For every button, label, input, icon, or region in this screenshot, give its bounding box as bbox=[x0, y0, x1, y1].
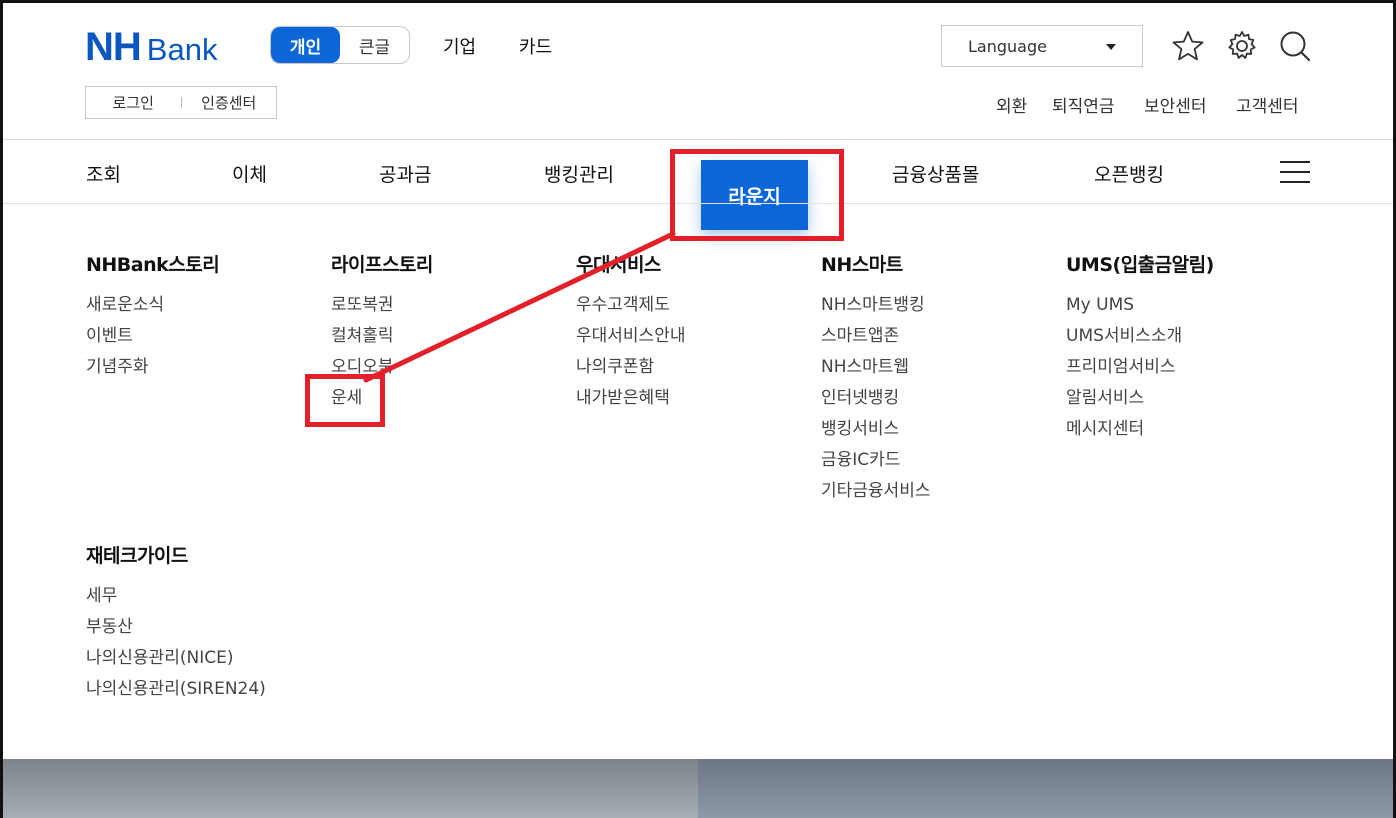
nh-bank-logo[interactable]: NH Bank bbox=[85, 27, 217, 70]
menu-item[interactable]: 이벤트 bbox=[86, 321, 219, 352]
login-button[interactable]: 로그인 bbox=[86, 92, 181, 113]
util-link-customer[interactable]: 고객센터 bbox=[1236, 92, 1299, 117]
menu-item[interactable]: 부동산 bbox=[86, 612, 266, 643]
mode-toggle: 개인 큰글 bbox=[270, 26, 410, 64]
menu-col-nh-smart: NH스마트 NH스마트뱅킹 스마트앱존 NH스마트웹 인터넷뱅킹 뱅킹서비스 금… bbox=[821, 252, 930, 507]
nav-banking-management[interactable]: 뱅킹관리 bbox=[544, 160, 614, 187]
personal-tab[interactable]: 개인 bbox=[271, 27, 340, 63]
banner-image-left bbox=[3, 759, 698, 818]
menu-col-finance-guide: 재테크가이드 세무 부동산 나의신용관리(NICE) 나의신용관리(SIREN2… bbox=[86, 543, 266, 705]
menu-item[interactable]: 기념주화 bbox=[86, 352, 219, 383]
gear-icon[interactable] bbox=[1225, 29, 1259, 63]
menu-item[interactable]: 프리미엄서비스 bbox=[1066, 352, 1214, 383]
menu-item[interactable]: 알림서비스 bbox=[1066, 383, 1214, 414]
nav-transfer[interactable]: 이체 bbox=[232, 160, 267, 187]
search-icon[interactable] bbox=[1278, 29, 1312, 63]
large-text-tab[interactable]: 큰글 bbox=[340, 27, 409, 63]
util-link-security[interactable]: 보안센터 bbox=[1144, 92, 1207, 117]
card-link[interactable]: 카드 bbox=[519, 33, 552, 59]
menu-item[interactable]: UMS서비스소개 bbox=[1066, 321, 1214, 352]
menu-item[interactable]: 스마트앱존 bbox=[821, 321, 930, 352]
logo-nh: NH bbox=[85, 25, 142, 69]
util-link-pension[interactable]: 퇴직연금 bbox=[1052, 92, 1115, 117]
nav-inquiry[interactable]: 조회 bbox=[86, 160, 121, 187]
nav-utility-bills[interactable]: 공과금 bbox=[379, 160, 431, 187]
menu-item[interactable]: 기타금융서비스 bbox=[821, 476, 930, 507]
menu-item[interactable]: My UMS bbox=[1066, 290, 1214, 321]
menu-item[interactable]: 메시지센터 bbox=[1066, 414, 1214, 445]
util-link-fx[interactable]: 외환 bbox=[996, 92, 1027, 117]
menu-item[interactable]: 나의신용관리(NICE) bbox=[86, 643, 266, 674]
menu-item[interactable]: 나의신용관리(SIREN24) bbox=[86, 674, 266, 705]
language-label: Language bbox=[968, 36, 1047, 56]
banner-image-right bbox=[698, 759, 1393, 818]
menu-col-title: 재테크가이드 bbox=[86, 545, 188, 567]
header-divider bbox=[3, 139, 1393, 140]
highlight-box-lounge bbox=[670, 149, 844, 241]
annotation-arrow-line bbox=[363, 231, 676, 383]
nav-financial-mall[interactable]: 금융상품몰 bbox=[892, 160, 979, 187]
menu-item[interactable]: 뱅킹서비스 bbox=[821, 414, 930, 445]
language-select[interactable]: Language bbox=[941, 25, 1143, 67]
menu-item[interactable]: 인터넷뱅킹 bbox=[821, 383, 930, 414]
menu-item[interactable]: 새로운소식 bbox=[86, 290, 219, 321]
chevron-down-icon bbox=[1106, 44, 1116, 50]
menu-item[interactable]: NH스마트뱅킹 bbox=[821, 290, 930, 321]
menu-col-title: NH스마트 bbox=[821, 254, 903, 276]
menu-col-title: NHBank스토리 bbox=[86, 254, 220, 276]
menu-col-ums: UMS(입출금알림) My UMS UMS서비스소개 프리미엄서비스 알림서비스… bbox=[1066, 252, 1214, 445]
logo-bank: Bank bbox=[146, 32, 218, 67]
menu-icon[interactable] bbox=[1280, 161, 1310, 183]
menu-col-title: UMS(입출금알림) bbox=[1066, 254, 1214, 276]
menu-item[interactable]: 금융IC카드 bbox=[821, 445, 930, 476]
corporate-link[interactable]: 기업 bbox=[443, 33, 476, 59]
nav-open-banking[interactable]: 오픈뱅킹 bbox=[1094, 160, 1164, 187]
star-icon[interactable] bbox=[1171, 29, 1205, 63]
menu-col-nhbank-story: NHBank스토리 새로운소식 이벤트 기념주화 bbox=[86, 252, 220, 383]
menu-item[interactable]: NH스마트웹 bbox=[821, 352, 930, 383]
cert-center-button[interactable]: 인증센터 bbox=[182, 92, 277, 113]
auth-box: 로그인 인증센터 bbox=[85, 86, 277, 119]
menu-item[interactable]: 세무 bbox=[86, 581, 266, 612]
